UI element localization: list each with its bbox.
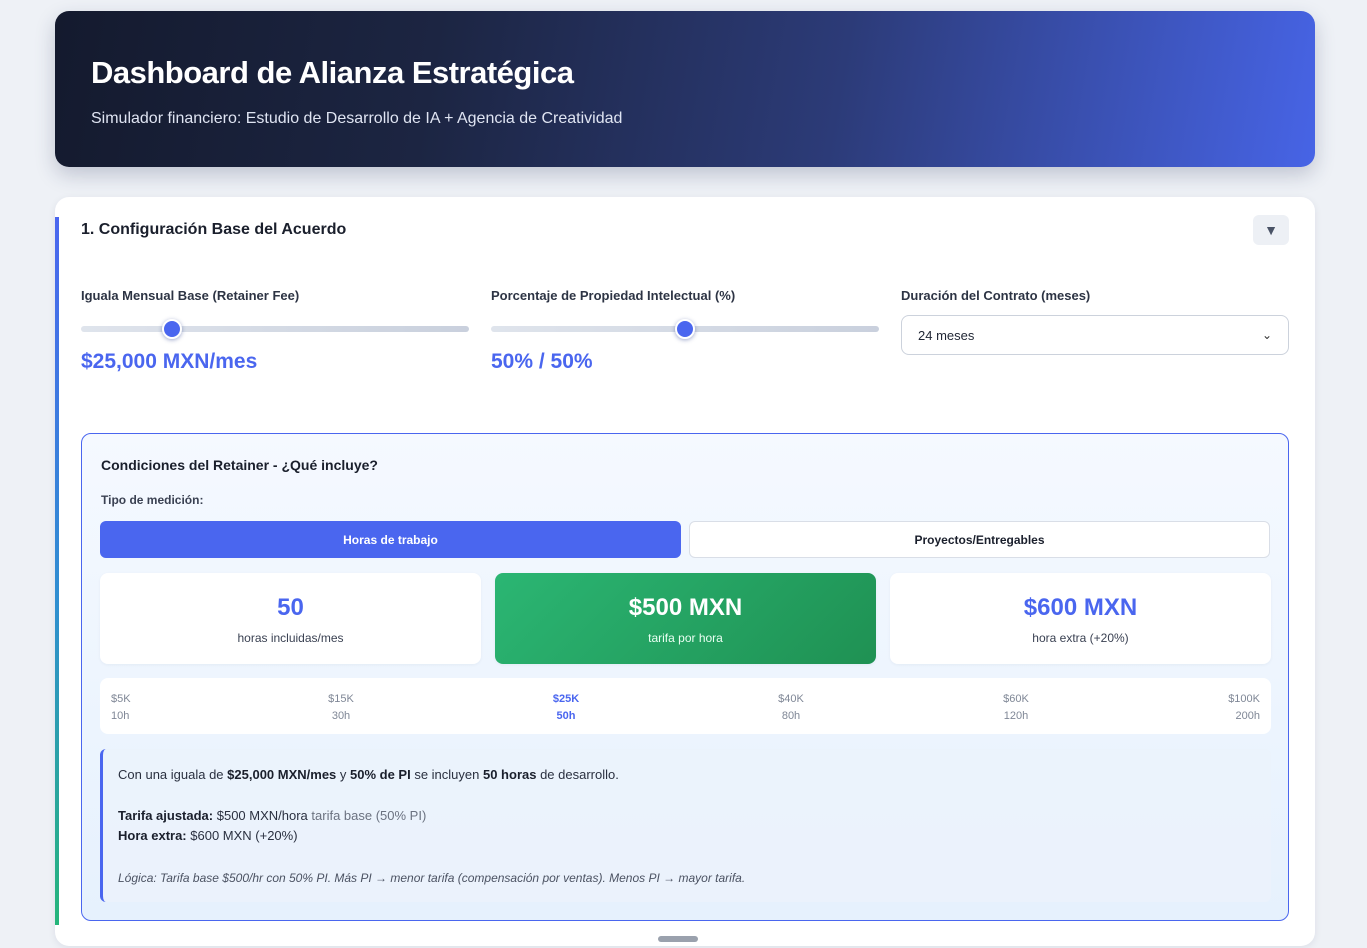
ip-slider-thumb[interactable] <box>675 319 695 339</box>
page-title: Dashboard de Alianza Estratégica <box>91 55 574 90</box>
tier-5k[interactable]: $5K 10h <box>111 691 131 725</box>
tab-hours[interactable]: Horas de trabajo <box>100 521 681 558</box>
tier-25k[interactable]: $25K 50h <box>553 691 579 725</box>
stat-caption: hora extra (+20%) <box>1032 631 1129 645</box>
page-subtitle: Simulador financiero: Estudio de Desarro… <box>91 110 623 127</box>
tab-projects[interactable]: Proyectos/Entregables <box>689 521 1270 558</box>
tier-100k[interactable]: $100K 200h <box>1228 691 1260 725</box>
logic-note: Lógica: Tarifa base $500/hr con 50% PI. … <box>118 871 746 885</box>
chevron-down-icon: ⌄ <box>1261 328 1272 342</box>
measure-type-label: Tipo de medición: <box>101 493 204 507</box>
duration-select[interactable]: 24 meses ⌄ <box>901 315 1289 355</box>
ip-slider[interactable] <box>491 319 879 339</box>
retainer-value: $25,000 MXN/mes <box>81 350 258 373</box>
duration-label: Duración del Contrato (meses) <box>901 288 1091 303</box>
stat-included-hours: 50 horas incluidas/mes <box>100 573 481 664</box>
stat-value: $500 MXN <box>628 594 743 621</box>
retainer-slider-thumb[interactable] <box>161 319 182 339</box>
stat-extra-hour: $600 MXN hora extra (+20%) <box>890 573 1271 664</box>
card-accent-bar <box>55 217 59 925</box>
extra-hour-line: Hora extra: $600 MXN (+20%) <box>118 828 298 843</box>
summary-line: Con una iguala de $25,000 MXN/mes y 50% … <box>118 767 619 782</box>
conditions-title: Condiciones del Retainer - ¿Qué incluye? <box>101 457 378 473</box>
config-card: 1. Configuración Base del Acuerdo ▼ Igua… <box>55 197 1315 946</box>
tier-15k[interactable]: $15K 30h <box>328 691 354 725</box>
tier-40k[interactable]: $40K 80h <box>778 691 804 725</box>
retainer-label: Iguala Mensual Base (Retainer Fee) <box>81 288 300 303</box>
stat-value: $600 MXN <box>1023 594 1138 621</box>
stat-hourly-rate: $500 MXN tarifa por hora <box>495 573 876 664</box>
tier-60k[interactable]: $60K 120h <box>1003 691 1029 725</box>
page-header: Dashboard de Alianza Estratégica Simulad… <box>55 11 1315 167</box>
tier-scale: $5K 10h $15K 30h $25K 50h $40K 80h $60K … <box>100 678 1271 734</box>
section-title: 1. Configuración Base del Acuerdo <box>81 221 347 238</box>
ip-label: Porcentaje de Propiedad Intelectual (%) <box>491 288 736 303</box>
stat-value: 50 <box>277 594 304 621</box>
resize-handle[interactable] <box>658 936 698 942</box>
retainer-slider[interactable] <box>81 319 469 339</box>
retainer-conditions-panel: Condiciones del Retainer - ¿Qué incluye?… <box>81 433 1289 921</box>
chevron-down-icon: ▼ <box>1264 222 1278 238</box>
adjusted-rate-line: Tarifa ajustada: $500 MXN/hora tarifa ba… <box>118 808 427 823</box>
stat-caption: tarifa por hora <box>648 631 723 645</box>
ip-value: 50% / 50% <box>491 350 593 373</box>
duration-selected-value: 24 meses <box>918 327 975 343</box>
collapse-toggle-button[interactable]: ▼ <box>1253 215 1289 245</box>
retainer-summary-note: Con una iguala de $25,000 MXN/mes y 50% … <box>100 749 1271 902</box>
stat-caption: horas incluidas/mes <box>237 631 344 645</box>
